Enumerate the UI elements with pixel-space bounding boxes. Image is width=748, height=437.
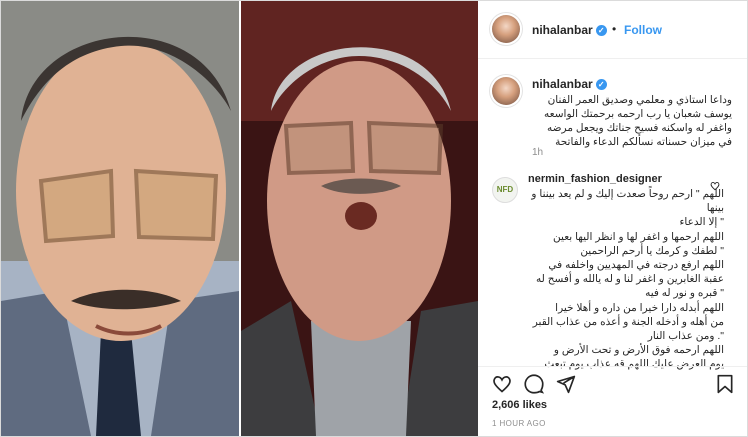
photo-left-portrait xyxy=(1,1,239,436)
author-avatar[interactable] xyxy=(492,15,520,43)
share-button[interactable] xyxy=(556,374,576,394)
header-separator: • xyxy=(612,22,617,36)
comment-line: من أهله و أدخله الجنة و أعذه من عذاب الق… xyxy=(532,315,724,328)
caption-time: 1h xyxy=(532,147,544,158)
heart-icon xyxy=(493,376,511,393)
commenter-avatar[interactable]: NFD xyxy=(492,177,518,203)
likes-count[interactable]: 2,606 likes xyxy=(492,399,547,411)
follow-button[interactable]: Follow xyxy=(624,23,662,37)
comment-line: اللهم أبدله دارا خيرا من داره و أهلا خير… xyxy=(555,301,724,314)
post-media[interactable] xyxy=(1,1,478,436)
photo-right-portrait xyxy=(241,1,478,436)
author-username[interactable]: nihalanbar ✓ xyxy=(532,23,607,37)
bookmark-icon xyxy=(717,374,733,394)
comment-line: اللهم " ارحم روحاً صعدت إليك و لم يعد بي… xyxy=(531,188,724,215)
comment-line: " قبره و نور له فيه xyxy=(645,287,724,300)
caption-author-username[interactable]: nihalanbar ✓ xyxy=(532,77,607,91)
post-header: nihalanbar ✓ • Follow xyxy=(478,1,747,59)
caption-username-text[interactable]: nihalanbar xyxy=(532,77,593,91)
comment-line: " إلا الدعاء xyxy=(679,216,725,229)
comment-line: اللهم ارفع درجته في المهديين واخلفه في xyxy=(548,259,724,272)
instagram-post-embed: nihalanbar ✓ • Follow nihalanbar ✓ وداعا ا… xyxy=(0,0,748,437)
comment-text: اللهم " ارحم روحاً صعدت إليك و لم يعد بي… xyxy=(528,187,724,372)
author-username-text[interactable]: nihalanbar xyxy=(532,23,593,37)
caption-author-avatar[interactable] xyxy=(492,77,520,105)
share-icon xyxy=(556,375,576,394)
verified-badge-icon: ✓ xyxy=(595,79,607,91)
portrait-illustration-left xyxy=(1,1,239,436)
save-button[interactable] xyxy=(716,374,736,394)
post-side-panel: nihalanbar ✓ • Follow nihalanbar ✓ وداعا ا… xyxy=(478,1,747,436)
commenter-username[interactable]: nermin_fashion_designer xyxy=(528,173,662,185)
comment-line: اللهم ارحمها و اغفر لها و انظر اليها بعي… xyxy=(553,230,724,243)
verified-badge-icon: ✓ xyxy=(595,25,607,37)
comment-button[interactable] xyxy=(524,374,545,394)
post-caption: وداعا استاذي و معلمي وصديق العمر الفنان … xyxy=(544,94,732,148)
post-timestamp[interactable]: 1 HOUR AGO xyxy=(492,419,546,428)
comment-line: اللهم ارحمه فوق الأرض و تحت الأرض و xyxy=(553,344,724,357)
like-button[interactable] xyxy=(492,374,512,394)
comment-line: ". ومن عذاب النار xyxy=(647,330,724,343)
comment-icon xyxy=(524,374,545,394)
comment-line: " لطفك و كرمك يا أرحم الراحمين xyxy=(580,244,724,257)
portrait-illustration-right xyxy=(241,1,478,436)
comment-line: عقبة الغابرين و اغفر لنا و له يالله و أف… xyxy=(535,273,724,286)
